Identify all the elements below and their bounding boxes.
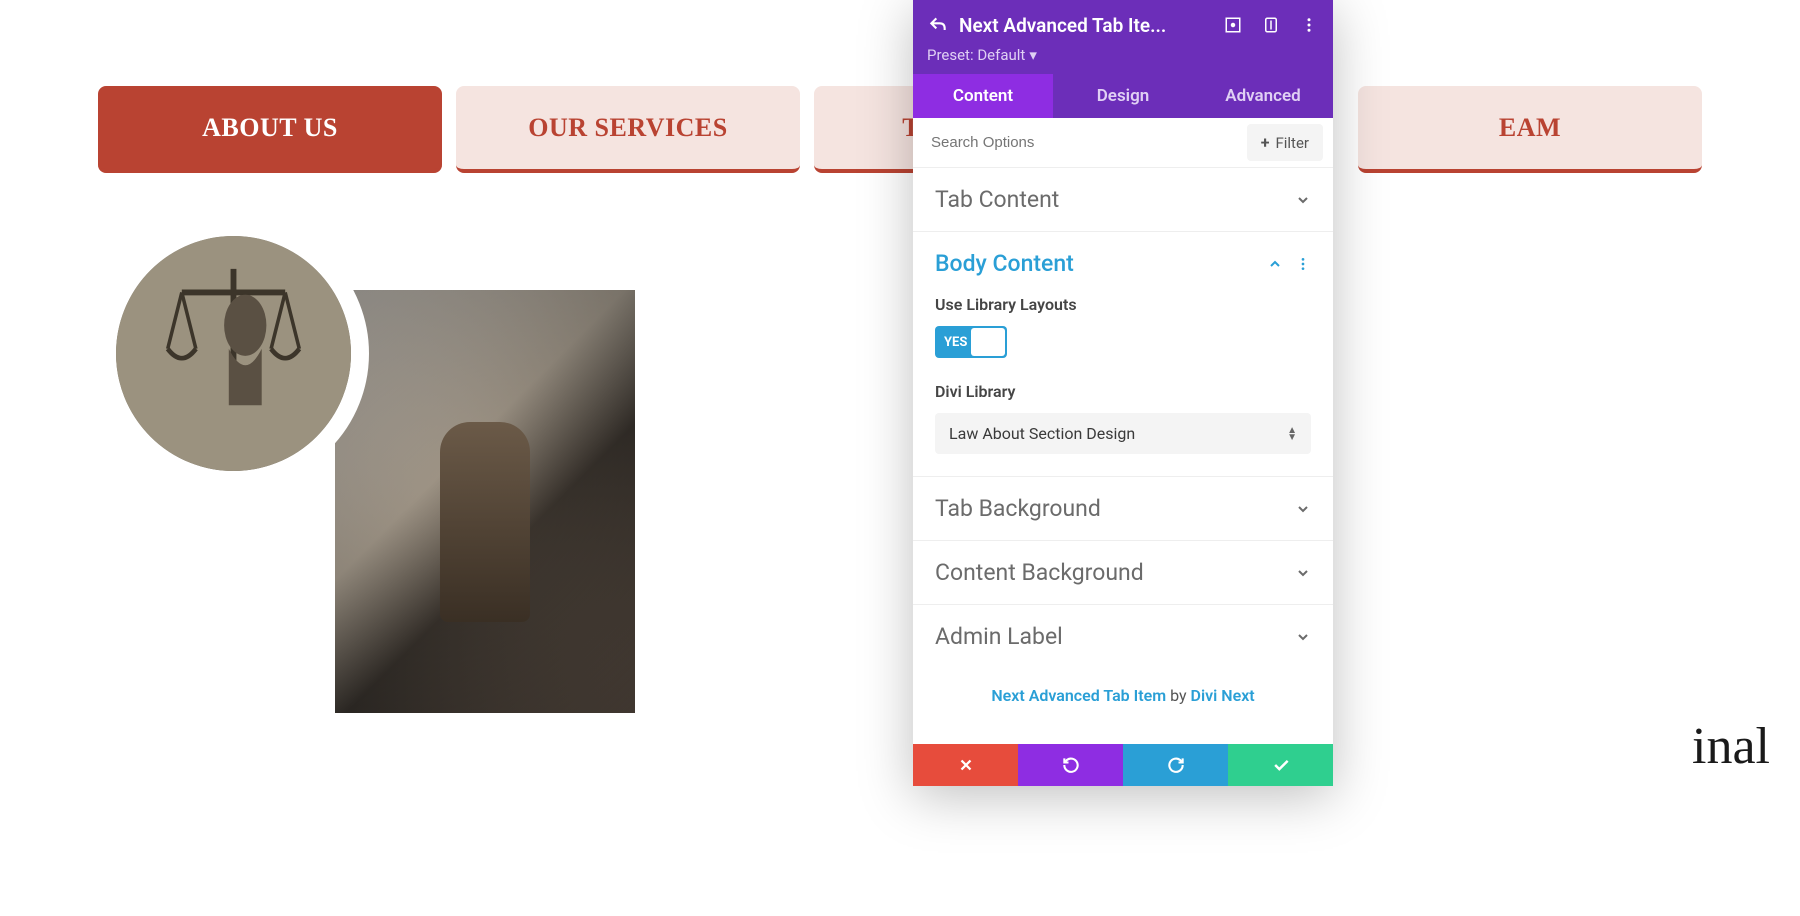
use-library-label: Use Library Layouts	[935, 295, 1311, 314]
section-body-content: Body Content Use Library Layouts YES Div…	[913, 232, 1333, 477]
redo-button[interactable]	[1123, 744, 1228, 786]
preset-dropdown[interactable]: Preset: Default ▾	[913, 42, 1333, 74]
section-tab-background: Tab Background	[913, 477, 1333, 541]
page-tab-bar: ABOUT US OUR SERVICES TRUSTED US EAM	[0, 0, 1800, 173]
divi-library-select[interactable]: Law About Section Design ▲▼	[935, 413, 1311, 454]
section-content-background: Content Background	[913, 541, 1333, 605]
tab-content-region	[0, 173, 1800, 713]
back-icon[interactable]	[927, 14, 949, 36]
footer-link-module[interactable]: Next Advanced Tab Item	[991, 686, 1166, 705]
undo-button[interactable]	[1018, 744, 1123, 786]
scales-circle-photo	[98, 218, 369, 489]
save-button[interactable]	[1228, 744, 1333, 786]
divi-library-label: Divi Library	[935, 382, 1311, 401]
about-image-composition	[98, 218, 488, 713]
tab-label: OUR SERVICES	[528, 113, 727, 143]
chevron-up-icon	[1267, 256, 1283, 272]
responsive-icon[interactable]	[1261, 15, 1281, 35]
section-title: Tab Background	[935, 495, 1101, 522]
section-title: Admin Label	[935, 623, 1063, 650]
panel-tab-advanced[interactable]: Advanced	[1193, 74, 1333, 118]
panel-action-bar	[913, 744, 1333, 786]
select-arrows-icon: ▲▼	[1287, 427, 1297, 441]
section-more-icon[interactable]	[1295, 256, 1311, 272]
toggle-value: YES	[944, 335, 967, 350]
section-title: Content Background	[935, 559, 1144, 586]
use-library-toggle[interactable]: YES	[935, 326, 1007, 358]
search-row: + Filter	[913, 118, 1333, 168]
lawyer-photo	[335, 290, 635, 713]
footer-link-author[interactable]: Divi Next	[1191, 686, 1255, 705]
panel-tab-design[interactable]: Design	[1053, 74, 1193, 118]
plus-icon: +	[1261, 133, 1270, 152]
panel-tab-label: Design	[1097, 86, 1150, 106]
section-header-admin-label[interactable]: Admin Label	[913, 605, 1333, 668]
panel-tab-content[interactable]: Content	[913, 74, 1053, 118]
panel-footer-attribution: Next Advanced Tab Item by Divi Next	[913, 668, 1333, 723]
expand-icon[interactable]	[1223, 15, 1243, 35]
toggle-knob	[971, 328, 1005, 356]
tab-label: EAM	[1499, 113, 1561, 143]
module-settings-panel: Next Advanced Tab Ite... Preset: Default…	[913, 0, 1333, 786]
section-header-tab-content[interactable]: Tab Content	[913, 168, 1333, 231]
partial-hidden-text: inal	[1692, 717, 1770, 776]
panel-tab-label: Content	[953, 86, 1013, 106]
section-admin-label: Admin Label	[913, 605, 1333, 668]
section-header-content-background[interactable]: Content Background	[913, 541, 1333, 604]
chevron-down-icon	[1295, 192, 1311, 208]
chevron-down-icon	[1295, 501, 1311, 517]
tab-label: ABOUT US	[202, 113, 338, 143]
section-header-body-content[interactable]: Body Content	[913, 232, 1333, 295]
settings-sections: Tab Content Body Content Use Library Lay…	[913, 168, 1333, 786]
filter-label: Filter	[1275, 134, 1309, 152]
section-header-tab-background[interactable]: Tab Background	[913, 477, 1333, 540]
tab-our-services[interactable]: OUR SERVICES	[456, 86, 800, 173]
caret-down-icon: ▾	[1029, 46, 1037, 64]
filter-button[interactable]: + Filter	[1247, 124, 1323, 161]
panel-header: Next Advanced Tab Ite... Preset: Default…	[913, 0, 1333, 118]
tab-about-us[interactable]: ABOUT US	[98, 86, 442, 173]
settings-tab-bar: Content Design Advanced	[913, 74, 1333, 118]
more-icon[interactable]	[1299, 15, 1319, 35]
section-title: Body Content	[935, 250, 1074, 277]
section-title: Tab Content	[935, 186, 1059, 213]
footer-by: by	[1166, 686, 1190, 705]
search-input[interactable]	[913, 122, 1247, 163]
lady-justice-statue	[440, 422, 530, 622]
preset-label: Preset: Default	[927, 46, 1025, 64]
chevron-down-icon	[1295, 565, 1311, 581]
section-tab-content: Tab Content	[913, 168, 1333, 232]
chevron-down-icon	[1295, 629, 1311, 645]
close-button[interactable]	[913, 744, 1018, 786]
panel-title: Next Advanced Tab Ite...	[959, 14, 1223, 37]
select-value: Law About Section Design	[949, 424, 1135, 443]
tab-team[interactable]: EAM	[1358, 86, 1702, 173]
panel-tab-label: Advanced	[1225, 86, 1301, 106]
